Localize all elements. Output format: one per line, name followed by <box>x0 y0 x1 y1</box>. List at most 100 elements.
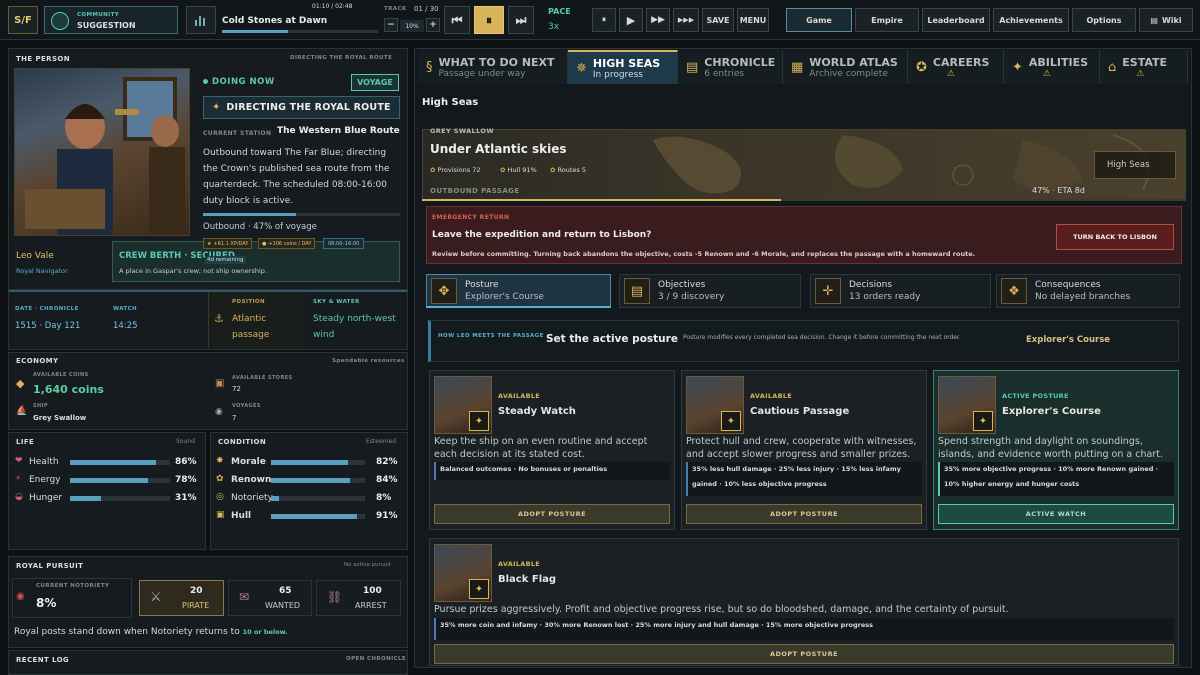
open-chronicle-link[interactable]: OPEN CHRONICLE <box>346 656 406 662</box>
nav-achievements[interactable]: Achievements <box>993 8 1069 32</box>
condition-bar <box>271 496 365 501</box>
active-watch-button[interactable]: ACTIVE WATCH <box>938 504 1174 524</box>
tab-high-seas[interactable]: ✵ HIGH SEAS In progress <box>568 50 678 84</box>
nav-options[interactable]: Options <box>1072 8 1136 32</box>
morale-icon: ✸ <box>216 456 224 466</box>
stores-value: 72 <box>232 385 241 393</box>
high-seas-title: High Seas <box>422 97 479 108</box>
nav-game[interactable]: Game <box>786 8 852 32</box>
life-label: Energy <box>29 475 61 485</box>
adopt-posture-button[interactable]: ADOPT POSTURE <box>434 504 670 524</box>
nav-leaderboard[interactable]: Leaderboard <box>922 8 990 32</box>
tab-what-to-do-next[interactable]: § WHAT TO DO NEXT Passage under way <box>418 50 568 84</box>
notoriety-value: 8% <box>36 596 57 610</box>
subtab-objectives[interactable]: ▤ Objectives 3 / 9 discovery <box>619 274 801 308</box>
logo-button[interactable]: S/F <box>8 6 38 34</box>
tab-estate[interactable]: ⌂ ESTATE ⚠ <box>1100 50 1188 84</box>
emergency-text: Review before committing. Turning back a… <box>432 250 976 258</box>
tab-careers[interactable]: ✪ CAREERS ⚠ <box>908 50 1004 84</box>
condition-label: Morale <box>231 457 266 467</box>
pace-value: 3x <box>548 22 560 32</box>
posture-current: Explorer's Course <box>1026 335 1111 345</box>
play-speed-3-button[interactable]: ▶▶▶ <box>673 8 699 32</box>
ship-label: SHIP <box>33 403 48 409</box>
tier-pirate: ⚔ 20 PIRATE <box>139 580 224 616</box>
tab-world-atlas-sub: Archive complete <box>809 68 888 79</box>
ship-wheel-icon: ✵ <box>576 60 587 76</box>
turn-back-button[interactable]: TURN BACK TO LISBON <box>1056 224 1174 250</box>
heart-icon: ❤ <box>15 456 23 466</box>
tab-high-seas-title: HIGH SEAS <box>592 56 661 70</box>
posture-label: HOW LEO MEETS THE PASSAGE <box>438 333 544 339</box>
position-label: POSITION <box>232 299 265 305</box>
card-portrait: ✦ <box>434 376 492 434</box>
tab-world-atlas-title: WORLD ATLAS <box>809 55 898 69</box>
pursuit-header: ROYAL PURSUIT <box>16 562 84 570</box>
tab-chronicle[interactable]: ▤ CHRONICLE 6 entries <box>678 50 783 84</box>
person-portrait <box>14 68 190 236</box>
subtab-consequences[interactable]: ❖ Consequences No delayed branches <box>996 274 1180 308</box>
music-visualizer-icon[interactable] <box>186 6 216 34</box>
tab-what-to-do-next-sub: Passage under way <box>438 68 526 79</box>
next-track-button[interactable]: ⏭ <box>508 6 534 34</box>
condition-bar <box>271 460 365 465</box>
pursuit-note: Royal posts stand down when Notoriety re… <box>14 627 288 637</box>
play-speed-1-button[interactable]: ▶ <box>619 8 643 32</box>
compass-icon: ⚓ <box>214 312 224 325</box>
save-button[interactable]: SAVE <box>702 8 734 32</box>
community-suggestion-button[interactable]: COMMUNITY SUGGESTION <box>44 6 178 34</box>
life-bar <box>70 496 170 501</box>
xp-icon: ★ <box>207 240 212 247</box>
activity-title: DIRECTING THE ROYAL ROUTE <box>226 102 391 113</box>
tab-careers-title: CAREERS <box>932 55 990 69</box>
subtab-posture[interactable]: ✥ Posture Explorer's Course <box>426 274 611 308</box>
adopt-posture-button[interactable]: ADOPT POSTURE <box>686 504 922 524</box>
adopt-posture-button[interactable]: ADOPT POSTURE <box>434 644 1174 664</box>
volume-up-button[interactable]: + <box>426 18 440 32</box>
tab-abilities-sub: ⚠ <box>1042 68 1051 79</box>
card-portrait: ✦ <box>938 376 996 434</box>
posture-card-steady-watch: ✦ AVAILABLE Steady Watch Keep the ship o… <box>429 370 675 530</box>
pursuit-note-text: Royal posts stand down when Notoriety re… <box>14 627 240 637</box>
watch-label: WATCH <box>113 306 138 312</box>
tier-wanted: ✉ 65 WANTED <box>228 580 312 616</box>
activity-banner: ✦ DIRECTING THE ROYAL ROUTE <box>203 96 400 119</box>
track-progress[interactable] <box>222 30 378 33</box>
coin-icon: ● <box>262 240 267 247</box>
sky-label: SKY & WATER <box>313 299 360 305</box>
routes-icon: ✿ <box>550 166 558 174</box>
berth-description: A place in Gaspar's crew; not ship owner… <box>119 267 267 275</box>
pause-track-button[interactable]: ⏸ <box>474 6 504 34</box>
routes-value: Routes 5 <box>557 166 586 174</box>
card-effects: Balanced outcomes · No bonuses or penalt… <box>434 462 670 480</box>
condition-value: 84% <box>376 475 398 485</box>
tab-abilities[interactable]: ✦ ABILITIES ⚠ <box>1004 50 1100 84</box>
voyage-progress-bar <box>203 213 400 216</box>
coin-rate: +106 coins / DAY <box>268 240 312 247</box>
play-speed-2-button[interactable]: ▶▶ <box>646 8 670 32</box>
economy-header: ECONOMY <box>16 357 59 365</box>
previous-track-button[interactable]: ⏮ <box>444 6 470 34</box>
nav-wiki[interactable]: ▤ Wiki <box>1139 8 1193 32</box>
volume-down-button[interactable]: − <box>384 18 398 32</box>
voyage-progress-text: Outbound · 47% of voyage <box>203 222 317 232</box>
menu-button[interactable]: MENU <box>737 8 769 32</box>
tier-wanted-label: WANTED <box>265 601 301 610</box>
life-header-right: Sound <box>176 438 195 445</box>
posture-card-black-flag: ✦ AVAILABLE Black Flag Pursue prizes agg… <box>429 538 1179 666</box>
pause-game-button[interactable]: ⏸ <box>592 8 616 32</box>
card-portrait: ✦ <box>686 376 744 434</box>
card-title: Cautious Passage <box>750 406 850 417</box>
tab-world-atlas[interactable]: ▦ WORLD ATLAS Archive complete <box>783 50 908 84</box>
careers-icon: ✪ <box>916 59 927 75</box>
person-header: THE PERSON <box>16 55 71 63</box>
life-label: Hunger <box>29 493 63 503</box>
doing-now-dot <box>203 79 208 84</box>
subtab-decisions[interactable]: ✛ Decisions 13 orders ready <box>810 274 991 308</box>
card-description: Protect hull and crew, cooperate with wi… <box>686 436 917 460</box>
estate-icon: ⌂ <box>1108 59 1117 75</box>
condition-value: 8% <box>376 493 392 503</box>
subtab-decisions-sub: 13 orders ready <box>849 292 921 302</box>
nav-empire[interactable]: Empire <box>855 8 919 32</box>
tab-high-seas-sub: In progress <box>592 69 643 80</box>
